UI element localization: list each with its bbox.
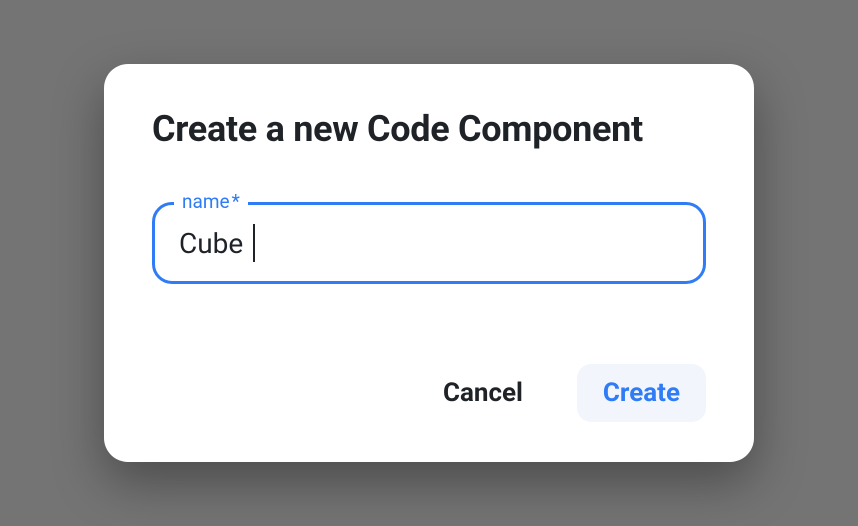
name-field-wrapper: name* [152,202,706,284]
name-input[interactable] [152,202,706,284]
modal-button-row: Cancel Create [152,364,706,422]
required-asterisk: * [232,190,240,213]
name-field-label: name* [174,190,248,213]
cancel-button[interactable]: Cancel [417,364,549,422]
create-button[interactable]: Create [577,364,706,422]
create-code-component-modal: Create a new Code Component name* Cancel… [104,64,754,462]
name-label-text: name [182,190,230,213]
modal-title: Create a new Code Component [152,108,706,150]
